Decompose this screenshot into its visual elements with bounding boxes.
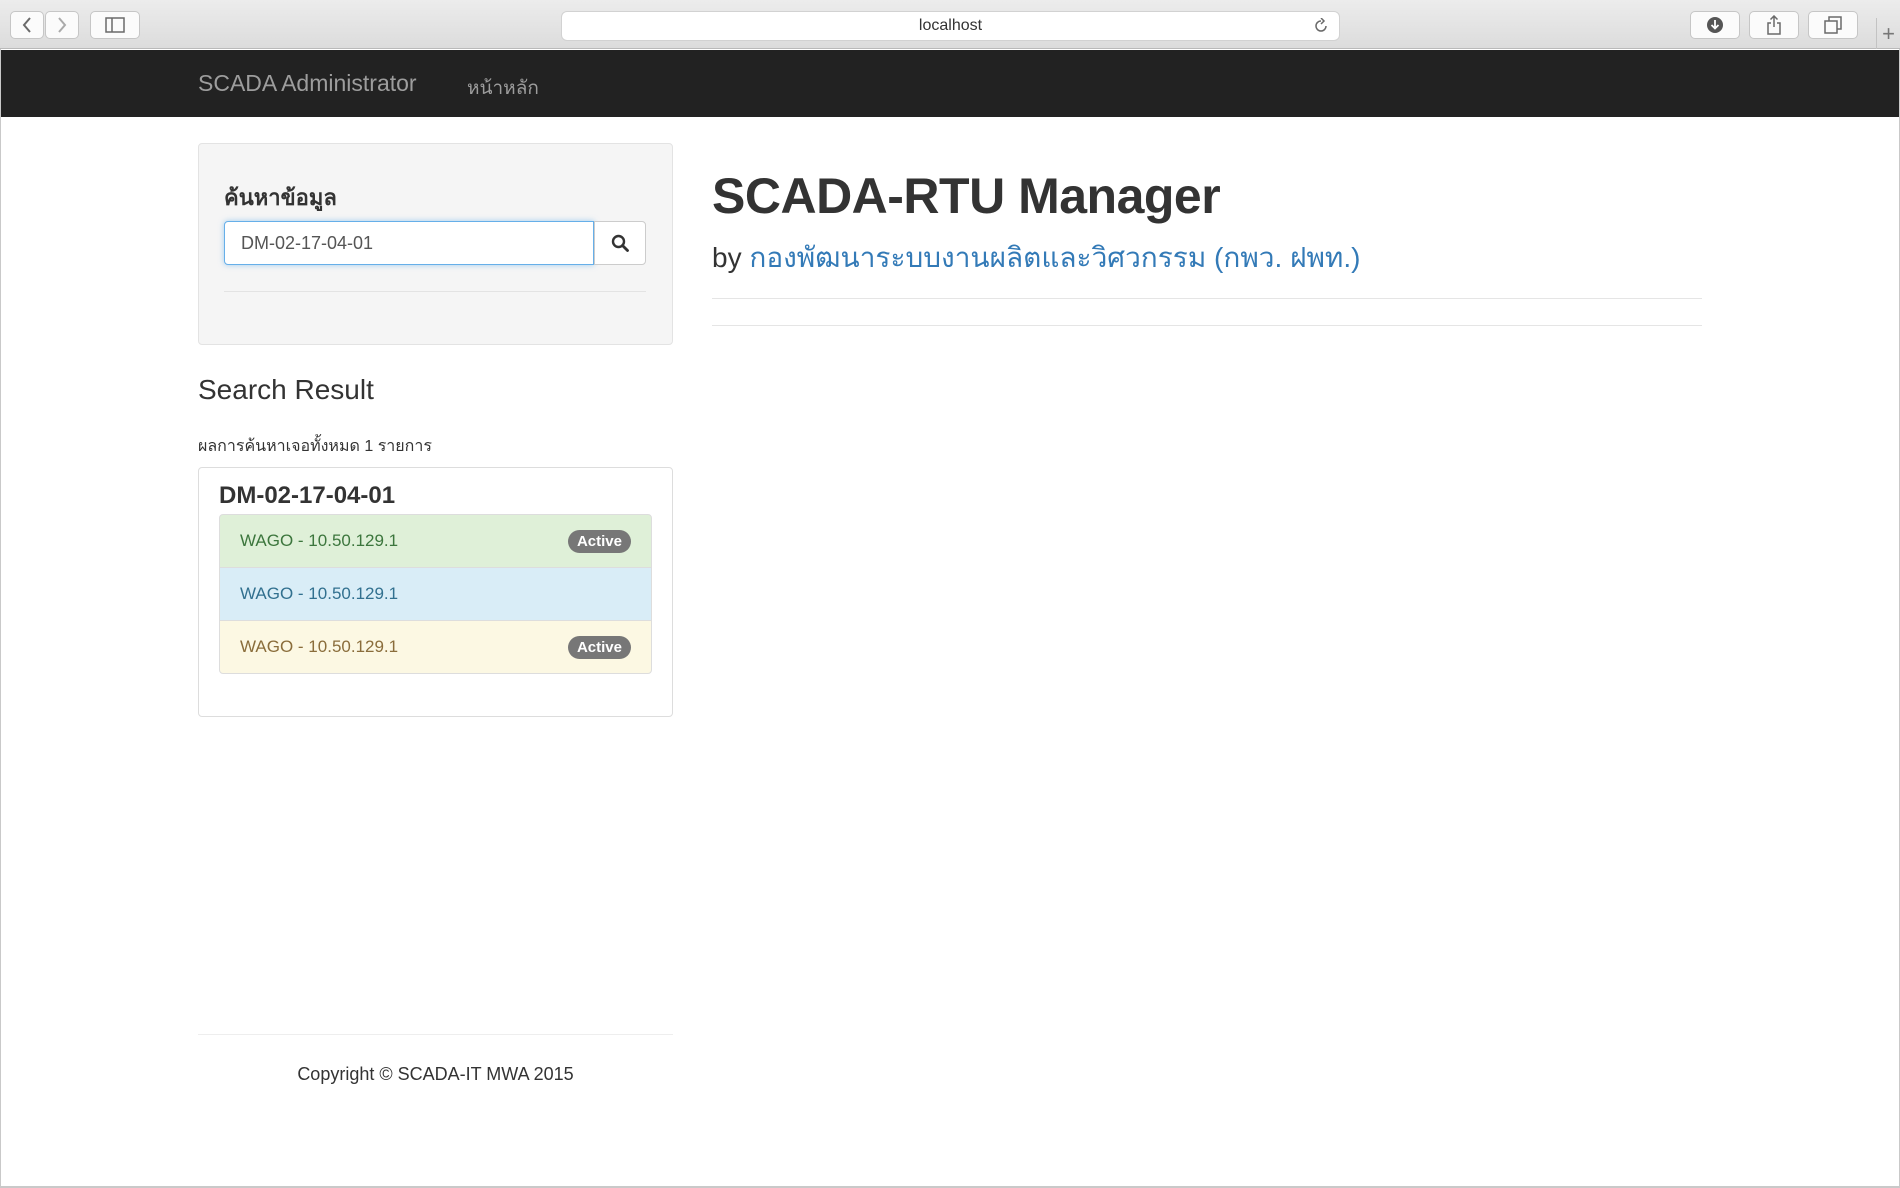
page-title: SCADA-RTU Manager <box>712 168 1221 224</box>
search-icon <box>611 234 629 252</box>
search-result-heading: Search Result <box>198 374 374 405</box>
window-border-left <box>0 49 1 1188</box>
sidebar-icon <box>105 17 125 33</box>
search-input[interactable] <box>224 221 594 265</box>
list-item-label: WAGO - 10.50.129.1 <box>240 584 399 603</box>
list-item-label: WAGO - 10.50.129.1 <box>240 637 399 656</box>
nav-link-home[interactable]: หน้าหลัก <box>467 73 539 103</box>
back-button[interactable] <box>10 11 44 39</box>
plus-icon: + <box>1882 20 1895 46</box>
share-button[interactable] <box>1749 11 1799 39</box>
tabs-icon <box>1824 16 1842 34</box>
sidebar-toggle-button[interactable] <box>90 11 140 39</box>
browser-toolbar: localhost + <box>0 0 1900 49</box>
page-subtitle: by กองพัฒนาระบบงานผลิตและวิศวกรรม (กพว. … <box>712 236 1361 280</box>
back-icon <box>22 17 31 33</box>
navbar-brand[interactable]: SCADA Administrator <box>198 70 417 97</box>
device-list: WAGO - 10.50.129.1 Active WAGO - 10.50.1… <box>219 514 652 674</box>
new-tab-button[interactable]: + <box>1876 18 1900 49</box>
search-divider <box>224 291 646 292</box>
search-title: ค้นหาข้อมูล <box>224 185 337 210</box>
header-divider-top <box>712 298 1702 299</box>
list-item[interactable]: WAGO - 10.50.129.1 Active <box>219 620 652 674</box>
tabs-button[interactable] <box>1808 11 1858 39</box>
download-button[interactable] <box>1690 11 1740 39</box>
footer-copyright: Copyright © SCADA-IT MWA 2015 <box>297 1064 574 1084</box>
result-count: ผลการค้นหาเจอทั้งหมด 1 รายการ <box>198 438 432 455</box>
address-bar[interactable]: localhost <box>561 11 1340 41</box>
reload-icon[interactable] <box>1313 17 1329 39</box>
footer-divider <box>198 1034 673 1035</box>
result-panel: DM-02-17-04-01 WAGO - 10.50.129.1 Active… <box>198 467 673 717</box>
header-divider-bottom <box>712 325 1702 326</box>
search-panel: ค้นหาข้อมูล <box>198 143 673 345</box>
list-item[interactable]: WAGO - 10.50.129.1 Active <box>219 514 652 568</box>
status-badge: Active <box>567 635 631 659</box>
org-link[interactable]: กองพัฒนาระบบงานผลิตและวิศวกรรม (กพว. ฝพท… <box>749 242 1360 273</box>
top-navbar: SCADA Administrator หน้าหลัก <box>1 50 1899 117</box>
search-button[interactable] <box>594 221 646 265</box>
forward-icon <box>58 17 67 33</box>
url-text: localhost <box>918 17 983 34</box>
forward-button[interactable] <box>45 11 79 39</box>
list-item-label: WAGO - 10.50.129.1 <box>240 531 399 550</box>
download-icon <box>1707 17 1723 33</box>
share-icon <box>1767 15 1781 35</box>
status-badge: Active <box>567 529 631 553</box>
result-panel-title: DM-02-17-04-01 <box>219 482 396 509</box>
list-item[interactable]: WAGO - 10.50.129.1 <box>219 567 652 621</box>
subtitle-by: by <box>712 242 742 273</box>
